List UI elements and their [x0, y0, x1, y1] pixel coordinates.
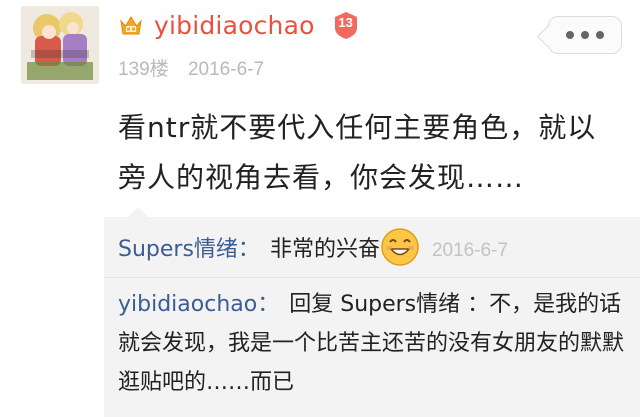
reply-separator: ： [237, 237, 260, 262]
reply-item[interactable]: yibidiaochao： 回复 Supers情绪 ：不，是我的话就会发现，我是一… [118, 285, 628, 402]
reply-item[interactable]: Supers情绪： 非常的兴奋 2016-6-7 [118, 227, 628, 269]
more-options-icon [596, 31, 604, 39]
more-options-button[interactable] [548, 16, 622, 54]
post-date: 2016-6-7 [187, 59, 265, 80]
reply-username[interactable]: yibidiaochao [118, 292, 257, 317]
reply-separator: ： [257, 292, 280, 317]
user-line: yibidiaochao 13 [118, 8, 361, 42]
more-options-icon [581, 31, 589, 39]
floor-number: 139楼 [118, 59, 169, 80]
reply-text: 非常的兴奋 [269, 237, 380, 262]
reply-divider [104, 277, 640, 278]
reply-box: Supers情绪： 非常的兴奋 2016-6-7 yibidiaochao： 回复 … [104, 207, 640, 417]
more-options-icon [566, 31, 574, 39]
post-header: yibidiaochao 13 139楼 2016-6-7 [0, 0, 640, 95]
level-number: 13 [338, 15, 353, 30]
reply-username[interactable]: Supers情绪 [118, 237, 238, 262]
crown-icon [120, 16, 142, 35]
reply-date: 2016-6-7 [431, 240, 509, 261]
smiley-emoji-icon [381, 228, 419, 266]
avatar[interactable] [21, 6, 99, 84]
level-badge: 13 [331, 10, 361, 40]
post-meta: 139楼 2016-6-7 [118, 54, 278, 81]
username[interactable]: yibidiaochao [154, 11, 315, 40]
post-content: 看ntr就不要代入任何主要角色，就以旁人的视角去看，你会发现…… [118, 111, 597, 194]
